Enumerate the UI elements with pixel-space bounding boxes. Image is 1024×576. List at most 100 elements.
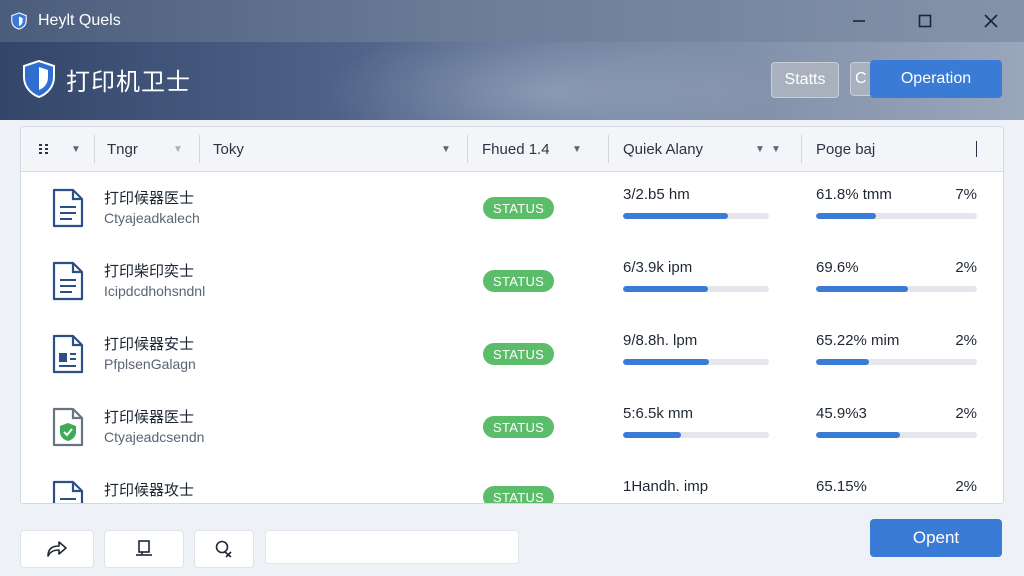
maximize-icon	[918, 14, 932, 28]
printer-subtitle: PfplsenGalagn	[104, 356, 196, 372]
brand: 打印机卫士	[22, 60, 191, 98]
status-badge: STATUS	[483, 416, 555, 438]
progress-fill	[623, 286, 708, 292]
close-icon	[984, 14, 998, 28]
status-badge: STATUS	[483, 197, 555, 219]
column-separator	[467, 135, 468, 163]
document-icon	[52, 480, 84, 503]
chevron-down-icon: ▼	[441, 143, 451, 155]
chevron-down-icon: ▼	[771, 143, 781, 155]
quality-progress-bar	[816, 432, 977, 438]
chevron-down-icon: ▼	[173, 143, 183, 155]
column-label: Poge baj	[816, 140, 876, 158]
grid-menu-icon	[39, 144, 48, 154]
speed-value: 9/8.8h. lpm	[623, 332, 698, 349]
table-row[interactable]: 打印候器攻士 STATUS 1Handh. imp 65.15% 2%	[21, 464, 1003, 503]
column-label: Toky	[213, 140, 244, 158]
progress-fill	[816, 359, 870, 365]
operation-button[interactable]: Operation	[870, 60, 1002, 98]
column-options-button[interactable]: ▼	[39, 127, 81, 171]
table-row[interactable]: 打印柴印奕士 Icipdcdhohsndnl STATUS 6/3.9k ipm…	[21, 245, 1003, 319]
column-separator	[94, 135, 95, 163]
search-settings-button[interactable]	[194, 530, 254, 568]
quality-value: 69.6%	[816, 259, 859, 276]
table-header: ▼ Tngr ▼ Toky ▼ Fhued 1.4 ▼ Quiek Alany …	[21, 127, 1003, 172]
speed-value: 3/2.b5 hm	[623, 186, 690, 203]
printer-name: 打印候器医士	[104, 190, 195, 207]
percent-value: 2%	[955, 405, 977, 422]
progress-fill	[816, 432, 900, 438]
document-icon	[52, 261, 84, 301]
printer-button[interactable]	[104, 530, 184, 568]
stats-button[interactable]: Statts	[771, 62, 839, 98]
quality-value: 65.15%	[816, 478, 867, 495]
column-label: Tngr	[107, 140, 138, 158]
speed-value: 6/3.9k ipm	[623, 259, 693, 276]
printer-icon	[136, 540, 152, 556]
chevron-down-icon: ▼	[755, 143, 765, 155]
quality-progress-bar	[816, 213, 977, 219]
document-shield-icon	[52, 407, 84, 447]
document-chart-icon	[52, 334, 84, 374]
open-button[interactable]: Opent	[870, 519, 1002, 557]
column-separator	[199, 135, 200, 163]
speed-progress-bar	[623, 213, 769, 219]
share-icon	[47, 541, 67, 557]
chevron-down-icon: ▼	[71, 143, 81, 155]
title-bar: Heylt Quels	[0, 0, 1024, 42]
printer-subtitle: Icipdcdhohsndnl	[104, 283, 206, 299]
window-title: Heylt Quels	[38, 12, 121, 29]
speed-value: 5:6.5k mm	[623, 405, 694, 422]
column-resize-handle[interactable]	[976, 141, 977, 157]
table-row[interactable]: 打印候器医士 Ctyajeadkalech STATUS 3/2.b5 hm 6…	[21, 172, 1003, 246]
progress-fill	[816, 213, 876, 219]
quality-progress-bar	[816, 286, 977, 292]
percent-value: 7%	[955, 186, 977, 203]
minimize-button[interactable]	[826, 0, 892, 42]
search-settings-icon	[215, 540, 232, 558]
status-badge: STATUS	[483, 486, 555, 503]
document-icon	[52, 188, 84, 228]
speed-progress-bar	[623, 286, 769, 292]
minimize-icon	[853, 20, 865, 22]
shield-logo-icon	[23, 60, 55, 98]
table-row[interactable]: 打印候器安士 PfplsenGalagn STATUS 9/8.8h. lpm …	[21, 318, 1003, 392]
window-controls	[826, 0, 1024, 42]
progress-fill	[623, 213, 729, 219]
column-label: Fhued 1.4	[482, 140, 550, 158]
header-band: 打印机卫士 Statts C Operation	[0, 42, 1024, 120]
progress-fill	[623, 432, 682, 438]
status-badge: STATUS	[483, 270, 555, 292]
speed-value: 1Handh. imp	[623, 478, 709, 495]
printer-list-panel: ▼ Tngr ▼ Toky ▼ Fhued 1.4 ▼ Quiek Alany …	[20, 126, 1004, 504]
chevron-down-icon: ▼	[572, 143, 582, 155]
maximize-button[interactable]	[892, 0, 958, 42]
share-button[interactable]	[20, 530, 94, 568]
column-header-2[interactable]: Toky ▼	[213, 127, 451, 171]
column-label: Quiek Alany	[623, 140, 704, 158]
speed-progress-bar	[623, 432, 769, 438]
column-separator	[801, 135, 802, 163]
printer-name: 打印候器医士	[104, 409, 195, 426]
close-button[interactable]	[958, 0, 1024, 42]
printer-subtitle: Ctyajeadkalech	[104, 210, 200, 226]
speed-progress-bar	[623, 359, 769, 365]
column-header-4[interactable]: Quiek Alany ▼ ▼	[623, 127, 781, 171]
progress-fill	[816, 286, 908, 292]
brand-title: 打印机卫士	[66, 68, 191, 96]
percent-value: 2%	[955, 259, 977, 276]
quality-progress-bar	[816, 359, 977, 365]
table-row[interactable]: 打印候器医士 Ctyajeadcsendn STATUS 5:6.5k mm 4…	[21, 391, 1003, 465]
quality-value: 61.8% tmm	[816, 186, 892, 203]
progress-fill	[623, 359, 710, 365]
column-header-5[interactable]: Poge baj	[816, 127, 875, 171]
percent-value: 2%	[955, 332, 977, 349]
column-header-3[interactable]: Fhued 1.4 ▼	[482, 127, 582, 171]
column-header-1[interactable]: Tngr ▼	[107, 127, 183, 171]
percent-value: 2%	[955, 478, 977, 495]
quality-value: 45.9%3	[816, 405, 867, 422]
footer-text-input[interactable]	[265, 530, 519, 564]
status-badge: STATUS	[483, 343, 555, 365]
shield-icon	[11, 12, 27, 30]
printer-name: 打印候器安士	[104, 336, 195, 353]
